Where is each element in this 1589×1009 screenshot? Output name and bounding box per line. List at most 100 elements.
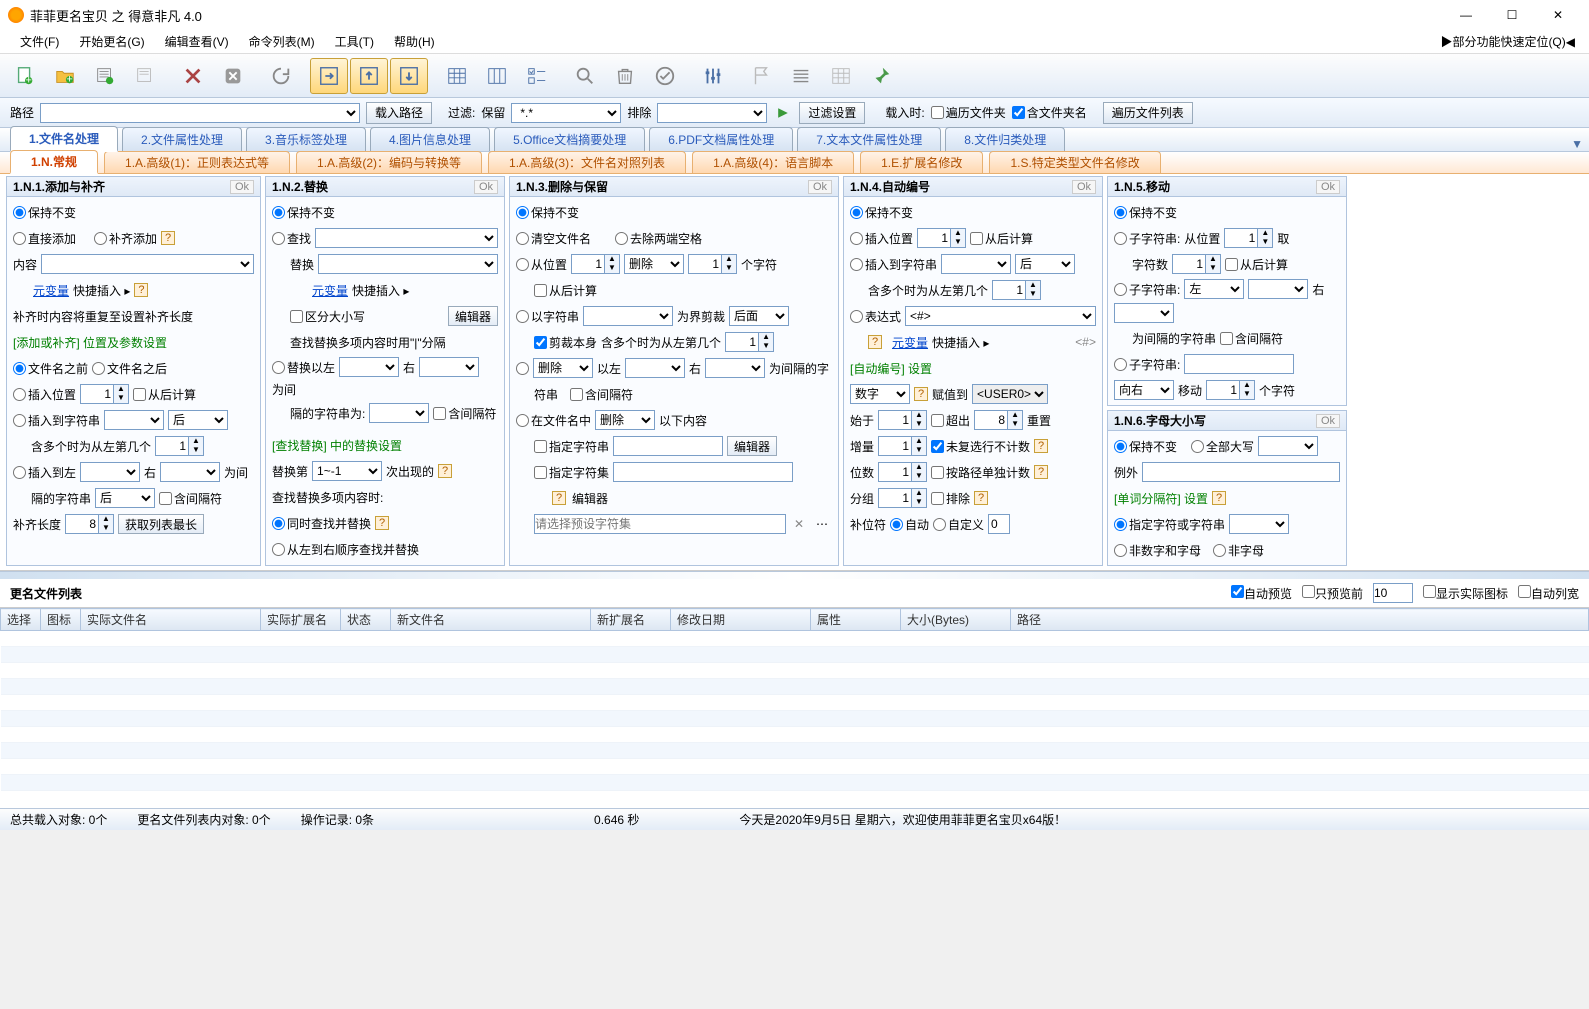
p3-spec-str[interactable]: 指定字符串 — [534, 438, 609, 455]
p1-multi-spin[interactable]: ▲▼ — [155, 436, 204, 456]
p5-substr3[interactable]: 子字符串: — [1114, 356, 1180, 373]
p1-insert-to-str[interactable]: 插入到字符串 — [13, 412, 100, 429]
panels-scrollbar[interactable] — [0, 571, 1589, 579]
p1-pad-add[interactable]: 补齐添加 — [94, 230, 157, 247]
p6-non-alnum[interactable]: 非数字和字母 — [1114, 542, 1201, 559]
p2-find-combo[interactable] — [315, 228, 498, 248]
open-folder-icon[interactable]: + — [46, 58, 84, 94]
p1-get-longest[interactable]: 获取列表最长 — [118, 514, 204, 534]
quick-locate[interactable]: ▶部分功能快速定位(Q)◀ — [1436, 33, 1579, 50]
pin-icon[interactable] — [862, 58, 900, 94]
p3-inc-sep[interactable]: 含间隔符 — [570, 386, 633, 403]
list-edit-icon[interactable] — [126, 58, 164, 94]
preview-count-input[interactable] — [1373, 583, 1413, 603]
help-icon[interactable]: ? — [134, 283, 148, 297]
help-icon[interactable]: ? — [868, 335, 882, 349]
tab-text[interactable]: 7.文本文件属性处理 — [797, 127, 941, 151]
p2-replace-combo[interactable] — [318, 254, 498, 274]
refresh-icon[interactable] — [262, 58, 300, 94]
p1-ok[interactable]: Ok — [230, 180, 254, 194]
p5-from-end[interactable]: 从后计算 — [1225, 256, 1288, 273]
tab-categorize[interactable]: 8.文件归类处理 — [945, 127, 1065, 151]
subtab-adv2[interactable]: 1.A.高级(2)：编码与转换等 — [296, 151, 482, 173]
list-lines-icon[interactable] — [782, 58, 820, 94]
minimize-button[interactable]: — — [1443, 0, 1489, 30]
close-button[interactable]: ✕ — [1535, 0, 1581, 30]
p2-editor[interactable]: 编辑器 — [448, 306, 498, 326]
p1-keep[interactable]: 保持不变 — [13, 204, 76, 221]
tab-music[interactable]: 3.音乐标签处理 — [246, 127, 366, 151]
p1-quickins[interactable]: 快捷插入 ▸ — [73, 282, 130, 299]
p4-type[interactable]: 数字 — [850, 384, 910, 404]
auto-preview-check[interactable]: 自动预览 — [1231, 585, 1292, 602]
exclude-combo[interactable] — [657, 103, 767, 123]
menu-edit-view[interactable]: 编辑查看(V) — [155, 33, 239, 50]
p2-inc-sep[interactable]: 含间隔符 — [433, 405, 496, 422]
p5-inc-sep[interactable]: 含间隔符 — [1220, 330, 1283, 347]
traverse-list-button[interactable]: 遍历文件列表 — [1103, 102, 1193, 124]
p2-meta-link[interactable]: 元变量 — [312, 282, 348, 299]
help-icon[interactable]: ? — [1034, 465, 1048, 479]
subtab-adv4[interactable]: 1.A.高级(4)：语言脚本 — [692, 151, 854, 173]
col-icon[interactable]: 图标 — [41, 609, 81, 631]
col-size[interactable]: 大小(Bytes) — [901, 609, 1011, 631]
delete-x-icon[interactable] — [174, 58, 212, 94]
grid-cols-icon[interactable] — [478, 58, 516, 94]
p4-custom[interactable]: 自定义 — [933, 516, 984, 533]
auto-colwidth-check[interactable]: 自动列宽 — [1518, 585, 1579, 602]
path-combo[interactable] — [40, 103, 360, 123]
col-newext[interactable]: 新扩展名 — [591, 609, 671, 631]
subtab-special[interactable]: 1.S.特定类型文件名修改 — [989, 151, 1160, 173]
p1-direct-add[interactable]: 直接添加 — [13, 230, 76, 247]
col-newname[interactable]: 新文件名 — [391, 609, 591, 631]
menu-start-rename[interactable]: 开始更名(G) — [69, 33, 154, 50]
more-icon[interactable]: ⋯ — [812, 517, 832, 531]
check-circle-icon[interactable] — [646, 58, 684, 94]
help-icon[interactable]: ? — [552, 491, 566, 505]
p1-content-combo[interactable] — [41, 254, 254, 274]
p4-exceed[interactable]: 超出 — [931, 412, 970, 429]
tab-filename[interactable]: 1.文件名处理 — [10, 126, 118, 152]
p4-skip[interactable]: 未复选行不计数 — [931, 438, 1030, 455]
p3-in-filename[interactable]: 在文件名中 — [516, 412, 591, 429]
clear-icon[interactable]: ✕ — [790, 517, 808, 531]
p2-case[interactable]: 区分大小写 — [290, 308, 365, 325]
arrow-up-box-icon[interactable] — [350, 58, 388, 94]
subtab-adv3[interactable]: 1.A.高级(3)：文件名对照列表 — [488, 151, 686, 173]
p1-meta-link[interactable]: 元变量 — [33, 282, 69, 299]
tab-image[interactable]: 4.图片信息处理 — [370, 127, 490, 151]
p6-ok[interactable]: Ok — [1316, 414, 1340, 428]
p5-substr1[interactable]: 子字符串: — [1114, 230, 1180, 247]
p3-preset-input[interactable] — [534, 514, 786, 534]
trash-icon[interactable] — [606, 58, 644, 94]
sliders-icon[interactable] — [694, 58, 732, 94]
col-mdate[interactable]: 修改日期 — [671, 609, 811, 631]
col-realext[interactable]: 实际扩展名 — [261, 609, 341, 631]
help-icon[interactable]: ? — [375, 516, 389, 530]
p3-clear[interactable]: 清空文件名 — [516, 230, 591, 247]
file-grid[interactable]: 选择 图标 实际文件名 实际扩展名 状态 新文件名 新扩展名 修改日期 属性 大… — [0, 608, 1589, 808]
filter-settings-button[interactable]: 过滤设置 — [799, 102, 865, 124]
p1-insert-to-left[interactable]: 插入到左 — [13, 464, 76, 481]
menu-tools[interactable]: 工具(T) — [325, 33, 384, 50]
p2-seq[interactable]: 从左到右顺序查找并替换 — [272, 541, 419, 558]
show-icon-check[interactable]: 显示实际图标 — [1423, 585, 1508, 602]
p1-insert-pos[interactable]: 插入位置 — [13, 386, 76, 403]
tabs-dropdown-icon[interactable]: ▼ — [1565, 137, 1589, 151]
help-icon[interactable]: ? — [914, 387, 928, 401]
help-icon[interactable]: ? — [161, 231, 175, 245]
subtab-normal[interactable]: 1.N.常规 — [10, 150, 98, 174]
list-add-icon[interactable] — [86, 58, 124, 94]
subtab-adv1[interactable]: 1.A.高级(1)：正则表达式等 — [104, 151, 290, 173]
p1-after-combo[interactable]: 后 — [168, 410, 228, 430]
p3-keep[interactable]: 保持不变 — [516, 204, 579, 221]
p5-substr2[interactable]: 子字符串: — [1114, 281, 1180, 298]
grid-header-row[interactable]: 选择 图标 实际文件名 实际扩展名 状态 新文件名 新扩展名 修改日期 属性 大… — [1, 609, 1589, 631]
p3-delete-sel[interactable] — [516, 362, 529, 375]
new-file-icon[interactable]: + — [6, 58, 44, 94]
p1-pos-spin[interactable]: ▲▼ — [80, 384, 129, 404]
help-icon[interactable]: ? — [974, 491, 988, 505]
tab-office[interactable]: 5.Office文档摘要处理 — [494, 127, 645, 151]
checklist-icon[interactable] — [518, 58, 556, 94]
search-icon[interactable] — [566, 58, 604, 94]
